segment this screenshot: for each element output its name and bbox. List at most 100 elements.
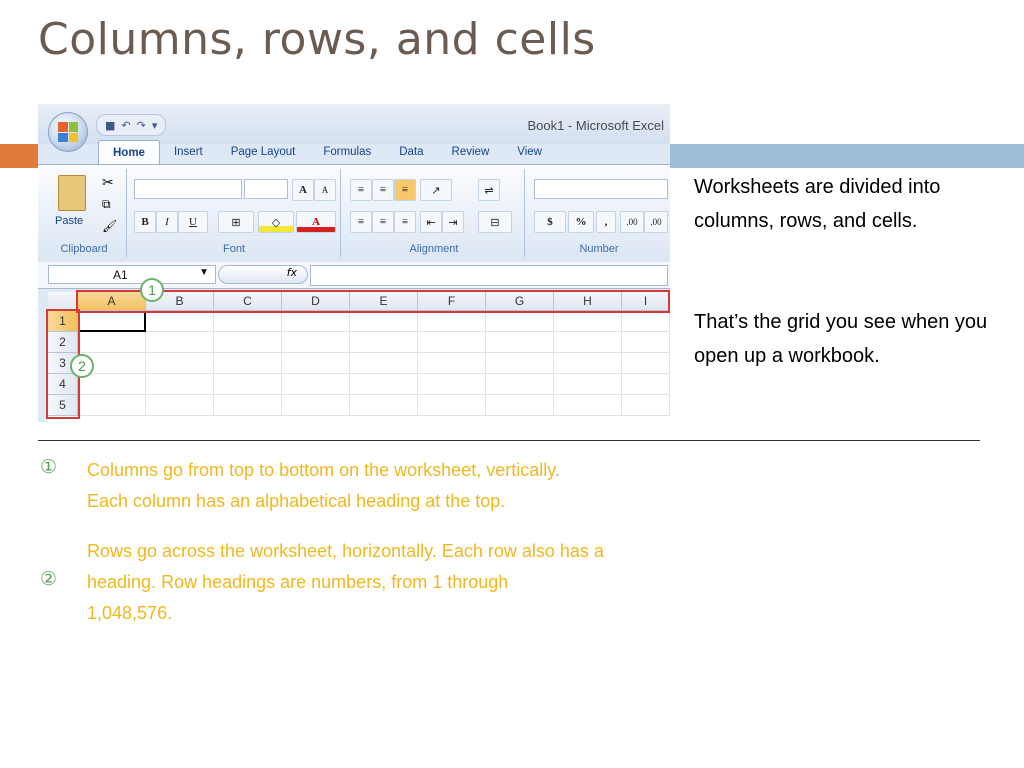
note-columns: Columns go from top to bottom on the wor… bbox=[87, 455, 560, 517]
increase-decimal-button[interactable]: .00 bbox=[620, 211, 644, 233]
merge-center-icon[interactable]: ⊟ bbox=[478, 211, 512, 233]
worksheet-cell[interactable] bbox=[622, 395, 670, 416]
worksheet-cell[interactable] bbox=[78, 332, 146, 353]
font-group-label: Font bbox=[222, 243, 245, 255]
copy-icon[interactable]: ⧉ bbox=[102, 197, 111, 212]
paste-button-label[interactable]: Paste bbox=[55, 215, 83, 227]
worksheet-cell[interactable] bbox=[350, 311, 418, 332]
worksheet-cell[interactable] bbox=[418, 332, 486, 353]
worksheet-cell[interactable] bbox=[146, 332, 214, 353]
worksheet-cell[interactable] bbox=[214, 332, 282, 353]
worksheet-cell[interactable] bbox=[486, 311, 554, 332]
worksheet-cell[interactable] bbox=[350, 353, 418, 374]
worksheet-cell[interactable] bbox=[486, 332, 554, 353]
number-group-label: Number bbox=[579, 243, 619, 255]
increase-indent-icon[interactable]: ⇥ bbox=[442, 211, 464, 233]
worksheet-cell[interactable] bbox=[282, 374, 350, 395]
worksheet-cell[interactable] bbox=[554, 374, 622, 395]
number-format-combo[interactable] bbox=[534, 179, 668, 199]
fill-color-icon[interactable]: ◇ bbox=[258, 211, 294, 233]
worksheet-cell[interactable] bbox=[146, 395, 214, 416]
worksheet-cell[interactable] bbox=[214, 353, 282, 374]
worksheet-cell[interactable] bbox=[350, 395, 418, 416]
name-box[interactable]: A1 ▼ bbox=[48, 265, 216, 284]
decrease-indent-icon[interactable]: ⇤ bbox=[420, 211, 442, 233]
worksheet-cell[interactable] bbox=[282, 353, 350, 374]
worksheet-cell[interactable] bbox=[486, 395, 554, 416]
worksheet-cell[interactable] bbox=[282, 311, 350, 332]
format-painter-icon[interactable]: 🖌 bbox=[102, 219, 117, 233]
worksheet-cell[interactable] bbox=[418, 395, 486, 416]
decrease-decimal-button[interactable]: .00 bbox=[644, 211, 668, 233]
worksheet-cell[interactable] bbox=[418, 353, 486, 374]
worksheet-cell[interactable] bbox=[486, 374, 554, 395]
customize-toolbar-icon[interactable]: ▾ bbox=[152, 119, 158, 132]
clipboard-group: Paste ✂ ⧉ 🖌 Clipboard bbox=[42, 169, 127, 257]
worksheet-cell[interactable] bbox=[146, 353, 214, 374]
grow-font-button[interactable]: A bbox=[292, 179, 314, 201]
tab-insert[interactable]: Insert bbox=[160, 140, 217, 164]
shrink-font-button[interactable]: A bbox=[314, 179, 336, 201]
align-right-icon[interactable]: ≡ bbox=[394, 211, 416, 233]
currency-button[interactable]: $ bbox=[534, 211, 566, 233]
worksheet-cell[interactable] bbox=[554, 353, 622, 374]
worksheet-cell[interactable] bbox=[78, 374, 146, 395]
formula-input[interactable] bbox=[310, 265, 668, 286]
align-center-icon[interactable]: ≡ bbox=[372, 211, 394, 233]
align-top-icon[interactable]: ≡ bbox=[350, 179, 372, 201]
office-button[interactable] bbox=[48, 112, 88, 152]
align-left-icon[interactable]: ≡ bbox=[350, 211, 372, 233]
worksheet-cell[interactable] bbox=[622, 374, 670, 395]
worksheet-cell[interactable] bbox=[350, 332, 418, 353]
worksheet-cell[interactable] bbox=[78, 395, 146, 416]
worksheet-cell[interactable] bbox=[146, 311, 214, 332]
note-columns-line-1: Columns go from top to bottom on the wor… bbox=[87, 460, 560, 480]
percent-button[interactable]: % bbox=[568, 211, 594, 233]
worksheet-cell[interactable] bbox=[622, 332, 670, 353]
cut-icon[interactable]: ✂ bbox=[102, 175, 114, 191]
bold-button[interactable]: B bbox=[134, 211, 156, 233]
tab-view[interactable]: View bbox=[503, 140, 556, 164]
worksheet-cell[interactable] bbox=[282, 332, 350, 353]
borders-icon[interactable]: ⊞ bbox=[218, 211, 254, 233]
worksheet-cell[interactable] bbox=[554, 395, 622, 416]
wrap-text-icon[interactable]: ⇌ bbox=[478, 179, 500, 201]
orientation-icon[interactable]: ↗ bbox=[420, 179, 452, 201]
underline-button[interactable]: U bbox=[178, 211, 208, 233]
tab-home[interactable]: Home bbox=[98, 140, 160, 164]
tab-review[interactable]: Review bbox=[438, 140, 504, 164]
worksheet-cell[interactable] bbox=[282, 395, 350, 416]
italic-button[interactable]: I bbox=[156, 211, 178, 233]
comma-button[interactable]: , bbox=[596, 211, 616, 233]
font-name-combo[interactable] bbox=[134, 179, 242, 199]
worksheet-cell[interactable] bbox=[214, 311, 282, 332]
tab-formulas[interactable]: Formulas bbox=[309, 140, 385, 164]
active-cell-a1[interactable] bbox=[78, 311, 146, 332]
worksheet-cell[interactable] bbox=[418, 311, 486, 332]
worksheet-cell[interactable] bbox=[214, 374, 282, 395]
note-rows-line-3: 1,048,576. bbox=[87, 603, 173, 623]
worksheet-cell[interactable] bbox=[554, 311, 622, 332]
fx-icon[interactable]: fx bbox=[218, 265, 308, 284]
font-color-button[interactable]: A bbox=[296, 211, 336, 233]
tab-page-layout[interactable]: Page Layout bbox=[217, 140, 310, 164]
undo-icon[interactable]: ↶ bbox=[121, 119, 130, 132]
worksheet-cell[interactable] bbox=[622, 311, 670, 332]
worksheet-cell[interactable] bbox=[214, 395, 282, 416]
paste-icon[interactable] bbox=[58, 175, 86, 211]
save-icon[interactable]: ■ bbox=[105, 119, 115, 132]
redo-icon[interactable]: ↷ bbox=[137, 119, 146, 132]
align-middle-icon[interactable]: ≡ bbox=[372, 179, 394, 201]
tab-data[interactable]: Data bbox=[385, 140, 437, 164]
chevron-down-icon[interactable]: ▼ bbox=[199, 267, 209, 278]
align-bottom-icon[interactable]: ≡ bbox=[394, 179, 416, 201]
worksheet-cell[interactable] bbox=[418, 374, 486, 395]
worksheet-cell[interactable] bbox=[146, 374, 214, 395]
worksheet-cell[interactable] bbox=[554, 332, 622, 353]
worksheet-cell[interactable] bbox=[486, 353, 554, 374]
worksheet-cell[interactable] bbox=[350, 374, 418, 395]
note-columns-line-2: Each column has an alphabetical heading … bbox=[87, 491, 506, 511]
excel-title-bar: ■ ↶ ↷ ▾ Book1 - Microsoft Excel bbox=[38, 104, 670, 144]
font-size-combo[interactable] bbox=[244, 179, 288, 199]
worksheet-cell[interactable] bbox=[622, 353, 670, 374]
